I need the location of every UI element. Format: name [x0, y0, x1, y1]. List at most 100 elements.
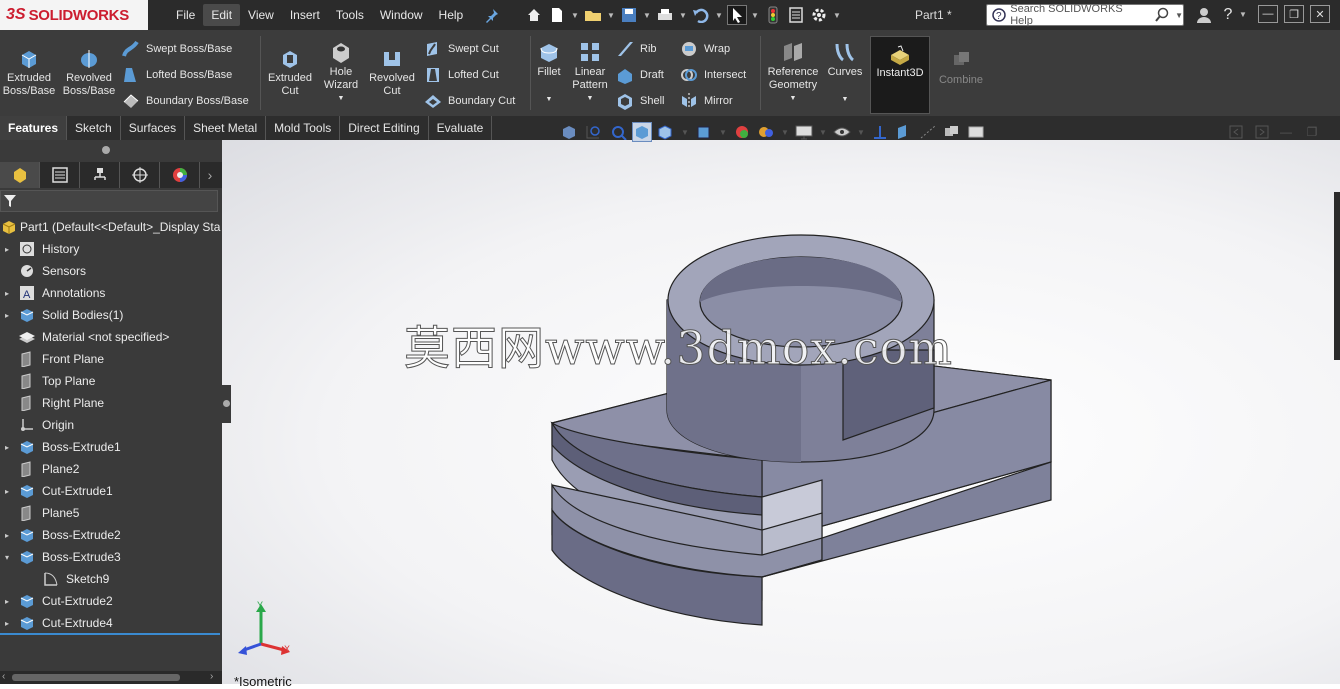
horizontal-scrollbar[interactable]: ‹ ›: [0, 671, 222, 684]
tree-item-boss-extrude1[interactable]: ▸ Boss-Extrude1: [0, 436, 222, 458]
user-account-icon[interactable]: [1194, 5, 1214, 25]
menu-insert[interactable]: Insert: [282, 4, 328, 26]
lofted-cut-button[interactable]: Lofted Cut: [424, 66, 499, 84]
rib-button[interactable]: Rib: [616, 40, 657, 58]
curves-dropdown-icon[interactable]: ▼: [842, 93, 849, 106]
view-settings-dropdown-icon[interactable]: ▼: [856, 128, 866, 137]
part-model-3d[interactable]: Y X: [222, 140, 1340, 684]
save-icon[interactable]: [619, 5, 639, 25]
menu-edit[interactable]: Edit: [203, 4, 241, 26]
tree-item-right-plane[interactable]: Right Plane: [0, 392, 222, 414]
undo-dropdown-icon[interactable]: ▼: [714, 11, 724, 20]
panel-collapse-handle[interactable]: [222, 385, 231, 423]
tree-item-annotations[interactable]: ▸ A Annotations: [0, 282, 222, 304]
select-dropdown-icon[interactable]: ▼: [750, 11, 760, 20]
tree-item-history[interactable]: ▸ History: [0, 238, 222, 260]
configuration-manager-tab-icon[interactable]: [80, 162, 120, 188]
reference-geometry-dropdown-icon[interactable]: ▼: [790, 92, 797, 105]
task-pane-tabs[interactable]: [1334, 192, 1340, 360]
tree-item-cut-extrude2[interactable]: ▸ Cut-Extrude2: [0, 590, 222, 612]
display-manager-tab-icon[interactable]: [160, 162, 200, 188]
dimxpert-tab-icon[interactable]: [120, 162, 160, 188]
linear-pattern-button[interactable]: Linear Pattern ▼: [570, 40, 610, 105]
tab-direct-editing[interactable]: Direct Editing: [340, 116, 429, 140]
print-dropdown-icon[interactable]: ▼: [678, 11, 688, 20]
tree-expand-icon[interactable]: ▸: [0, 597, 14, 606]
search-box[interactable]: ? Search SOLIDWORKS Help ▼: [986, 3, 1184, 27]
boundary-cut-button[interactable]: Boundary Cut: [424, 92, 515, 110]
swept-cut-button[interactable]: Swept Cut: [424, 40, 499, 58]
tree-expand-icon[interactable]: ▸: [0, 531, 14, 540]
property-manager-tab-icon[interactable]: [40, 162, 80, 188]
tree-item-boss-extrude3[interactable]: ▾ Boss-Extrude3: [0, 546, 222, 568]
zoom-to-area-icon[interactable]: [584, 122, 604, 142]
tab-sketch[interactable]: Sketch: [67, 116, 121, 140]
edit-appearance-icon[interactable]: [756, 122, 776, 142]
undo-icon[interactable]: [691, 5, 711, 25]
shell-button[interactable]: Shell: [616, 92, 664, 110]
draft-button[interactable]: Draft: [616, 66, 664, 84]
scrollbar-thumb[interactable]: [12, 674, 180, 681]
viewport-restore-icon[interactable]: ❐: [1302, 122, 1322, 142]
sketch-relations-icon[interactable]: [918, 122, 938, 142]
close-icon[interactable]: ✕: [1310, 5, 1330, 23]
tree-item-boss-extrude2[interactable]: ▸ Boss-Extrude2: [0, 524, 222, 546]
tree-item-top-plane[interactable]: Top Plane: [0, 370, 222, 392]
revolved-cut-button[interactable]: Revolved Cut: [368, 46, 416, 98]
print-icon[interactable]: [655, 5, 675, 25]
search-icon[interactable]: [1154, 7, 1169, 23]
feature-manager-tab-icon[interactable]: [0, 162, 40, 188]
tree-expand-icon[interactable]: ▸: [0, 311, 14, 320]
scene-dropdown-icon[interactable]: ▼: [818, 128, 828, 137]
curves-button[interactable]: Curves ▼: [826, 40, 864, 106]
tree-item-plane2[interactable]: Plane2: [0, 458, 222, 480]
menu-help[interactable]: Help: [431, 4, 472, 26]
open-dropdown-icon[interactable]: ▼: [606, 11, 616, 20]
save-dropdown-icon[interactable]: ▼: [642, 11, 652, 20]
hide-show-items-icon[interactable]: [732, 122, 752, 142]
tree-item-material-not-specified[interactable]: Material <not specified>: [0, 326, 222, 348]
menu-view[interactable]: View: [240, 4, 282, 26]
viewport-minimize-icon[interactable]: —: [1276, 122, 1296, 142]
appearance-dropdown-icon[interactable]: ▼: [780, 128, 790, 137]
view-triad-icon[interactable]: [870, 122, 890, 142]
tree-item-cut-extrude4[interactable]: ▸ Cut-Extrude4: [0, 612, 222, 634]
view-orientation-icon[interactable]: [656, 122, 676, 142]
rollback-bar[interactable]: [0, 633, 220, 635]
mirror-button[interactable]: Mirror: [680, 92, 733, 110]
display-style-icon[interactable]: [694, 122, 714, 142]
new-dropdown-icon[interactable]: ▼: [570, 11, 580, 20]
view-settings-icon[interactable]: [832, 122, 852, 142]
file-properties-icon[interactable]: [786, 5, 806, 25]
open-folder-icon[interactable]: [583, 5, 603, 25]
tab-mold-tools[interactable]: Mold Tools: [266, 116, 341, 140]
minimize-icon[interactable]: —: [1258, 5, 1278, 23]
revolved-boss-button[interactable]: Revolved Boss/Base: [62, 46, 116, 98]
panel-tabs-more-icon[interactable]: ›: [200, 162, 220, 188]
tab-sheet-metal[interactable]: Sheet Metal: [185, 116, 267, 140]
search-input[interactable]: Search SOLIDWORKS Help: [1010, 3, 1142, 27]
section-view-icon[interactable]: [632, 122, 652, 142]
search-dropdown-icon[interactable]: ▼: [1175, 11, 1183, 20]
home-icon[interactable]: [524, 5, 544, 25]
viewport-expand-left-icon[interactable]: [1226, 122, 1246, 142]
swept-boss-button[interactable]: Swept Boss/Base: [122, 40, 232, 58]
tree-expand-icon[interactable]: ▸: [0, 487, 14, 496]
scroll-right-icon[interactable]: ›: [210, 671, 213, 682]
tree-item-solid-bodies-1[interactable]: ▸ Solid Bodies(1): [0, 304, 222, 326]
extruded-boss-button[interactable]: Extruded Boss/Base: [3, 46, 55, 98]
previous-view-icon[interactable]: [608, 122, 628, 142]
render-tools-icon[interactable]: [942, 122, 962, 142]
zoom-to-fit-icon[interactable]: [560, 122, 580, 142]
scroll-left-icon[interactable]: ‹: [2, 671, 5, 682]
help-question-icon[interactable]: ?: [1218, 5, 1238, 25]
tab-evaluate[interactable]: Evaluate: [429, 116, 493, 140]
options-dropdown-icon[interactable]: ▼: [832, 11, 842, 20]
graphics-area[interactable]: Y X: [222, 140, 1340, 684]
tree-item-plane5[interactable]: Plane5: [0, 502, 222, 524]
combine-button[interactable]: Combine: [936, 48, 986, 87]
reference-geometry-button[interactable]: Reference Geometry ▼: [764, 40, 822, 105]
tree-item-front-plane[interactable]: Front Plane: [0, 348, 222, 370]
tree-item-cut-extrude1[interactable]: ▸ Cut-Extrude1: [0, 480, 222, 502]
new-document-icon[interactable]: [547, 5, 567, 25]
